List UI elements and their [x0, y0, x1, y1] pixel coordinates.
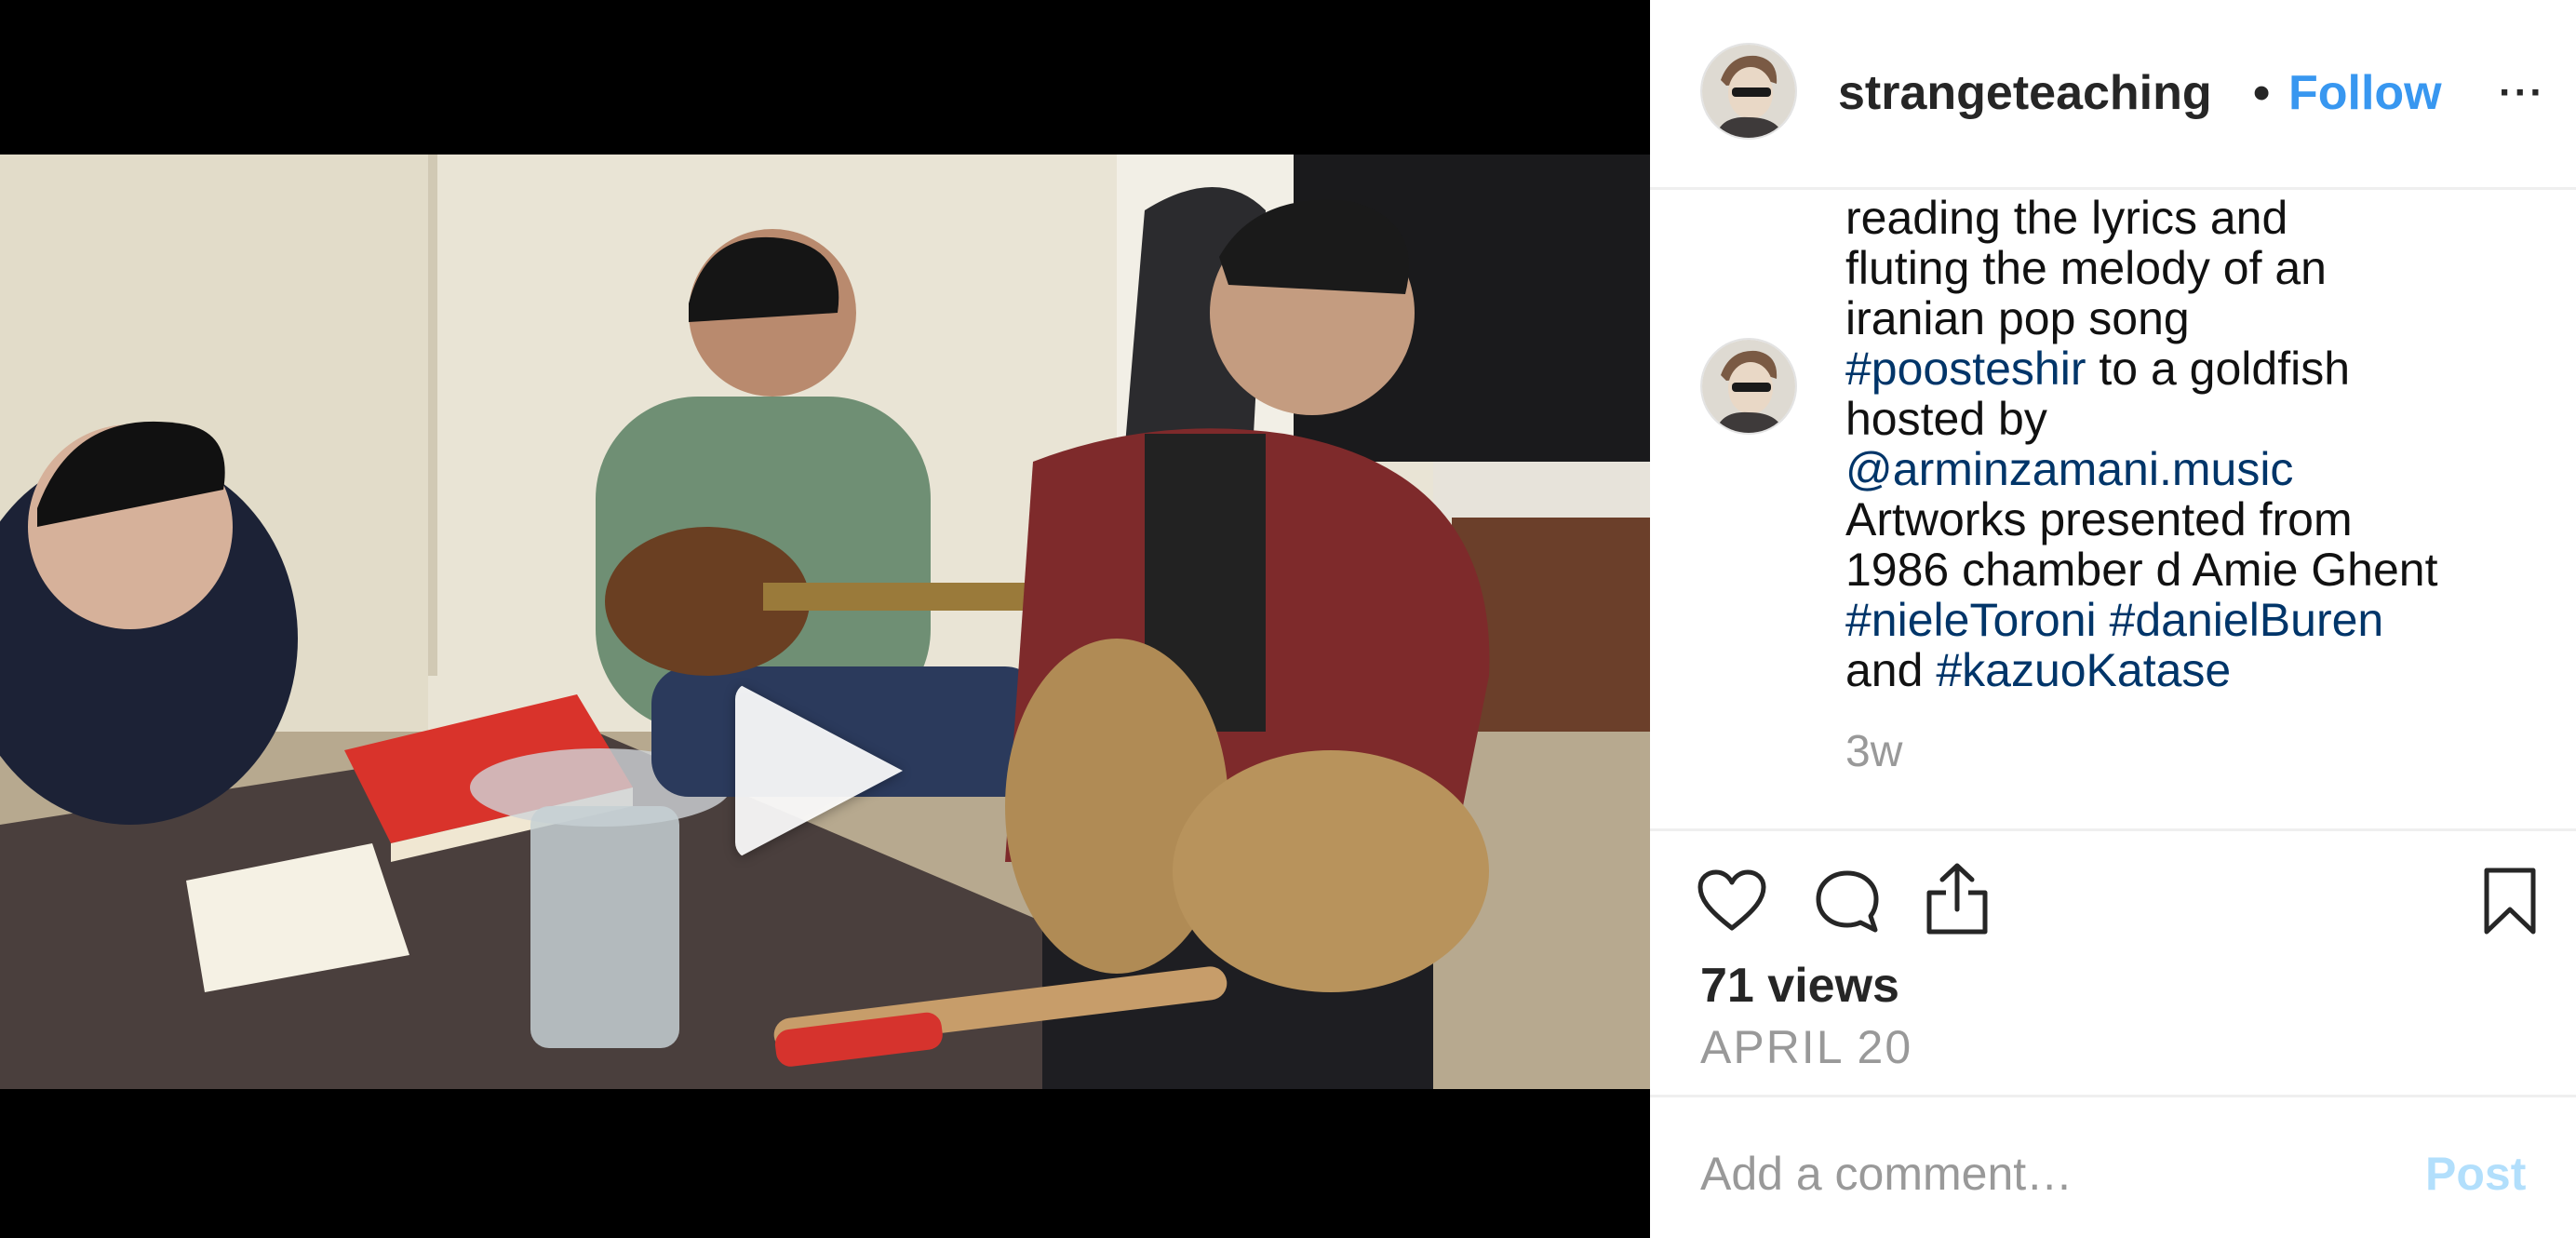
bookmark-icon[interactable]	[2482, 867, 2538, 935]
hashtag-link[interactable]: #danielBuren	[2110, 594, 2384, 646]
comment-bubble-icon[interactable]	[1814, 868, 1881, 935]
caption-line: reading the lyrics and	[1845, 193, 2288, 244]
more-options-icon[interactable]: ···	[2499, 63, 2545, 123]
separator-dot: •	[2253, 66, 2271, 120]
caption-line: fluting the melody of an	[1845, 242, 2327, 294]
action-bar: 71 views APRIL 20	[1650, 831, 2576, 1097]
heart-icon[interactable]	[1697, 868, 1767, 934]
post-header: strangeteaching • Follow ···	[1650, 0, 2576, 190]
caption-line: iranian pop song	[1845, 292, 2190, 344]
post-sidebar: strangeteaching • Follow ··· reading the…	[1650, 0, 2576, 1238]
hashtag-link[interactable]: #nieleToroni	[1845, 594, 2097, 646]
post-date: APRIL 20	[1700, 1021, 1913, 1073]
caption-fragment: and	[1845, 644, 1937, 696]
play-icon[interactable]	[735, 682, 903, 859]
caption-line: #poosteshir to a goldfish	[1845, 343, 2562, 394]
view-count[interactable]: 71 views	[1700, 958, 1899, 1014]
video-panel	[0, 0, 1650, 1238]
video-frame[interactable]	[0, 155, 1650, 1089]
caption-line: Artworks presented from	[1845, 493, 2353, 545]
comment-bar: Post	[1650, 1097, 2576, 1238]
follow-button[interactable]: Follow	[2288, 63, 2442, 123]
caption-text: reading the lyrics and fluting the melod…	[1845, 193, 2562, 695]
caption-avatar[interactable]	[1700, 338, 1797, 435]
caption-line: and #kazuoKatase	[1845, 645, 2562, 695]
caption-line: @arminzamani.music	[1845, 444, 2562, 494]
mention-link[interactable]: @arminzamani.music	[1845, 443, 2293, 495]
username[interactable]: strangeteaching	[1838, 63, 2244, 123]
comment-input[interactable]	[1700, 1144, 2352, 1204]
video-still	[0, 155, 1650, 1089]
hashtag-link[interactable]: #kazuoKatase	[1936, 644, 2231, 696]
hashtag-link[interactable]: #poosteshir	[1845, 343, 2086, 395]
avatar[interactable]	[1700, 43, 1797, 140]
share-icon[interactable]	[1924, 861, 1991, 937]
post-comment-button[interactable]: Post	[2425, 1144, 2526, 1204]
caption-line: #nieleToroni #danielBuren	[1845, 595, 2562, 645]
caption-timestamp: 3w	[1845, 727, 1903, 776]
caption-area: reading the lyrics and fluting the melod…	[1650, 193, 2576, 831]
post-viewer: strangeteaching • Follow ··· reading the…	[0, 0, 2576, 1238]
caption-line: 1986 chamber d Amie Ghent	[1845, 544, 2438, 596]
caption-fragment: to a goldfish	[2086, 343, 2351, 395]
caption-line: hosted by	[1845, 393, 2047, 445]
